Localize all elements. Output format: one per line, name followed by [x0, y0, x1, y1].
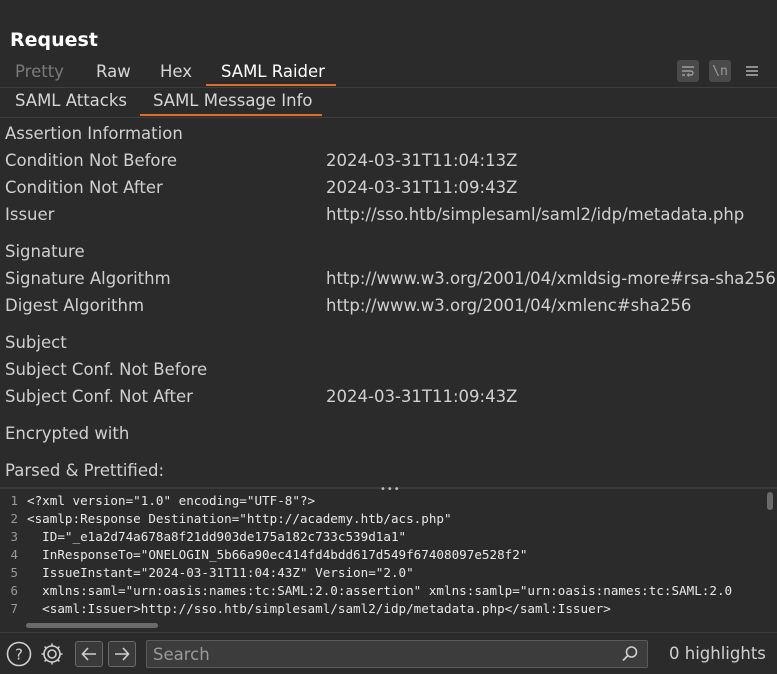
parsed-prettified-label: Parsed & Prettified: — [5, 461, 165, 480]
divider — [0, 117, 777, 118]
previous-arrow-icon[interactable] — [75, 641, 103, 667]
search-input[interactable] — [153, 644, 613, 664]
code-line: <samlp:Response Destination="http://acad… — [27, 511, 452, 526]
condition-not-before-value: 2024-03-31T11:04:13Z — [326, 151, 518, 170]
xml-editor[interactable]: 1 2 3 4 5 6 7 <?xml version="1.0" encodi… — [0, 490, 777, 632]
code-line: xmlns:saml="urn:oasis:names:tc:SAML:2.0:… — [27, 583, 733, 598]
code-line: <saml:Issuer>http://sso.htb/simplesaml/s… — [27, 601, 611, 616]
line-number: 5 — [10, 565, 18, 580]
highlights-count: 0 highlights — [669, 644, 766, 663]
subject-not-before-label: Subject Conf. Not Before — [5, 360, 208, 379]
help-icon[interactable]: ? — [5, 641, 33, 667]
vertical-scrollbar[interactable] — [767, 492, 773, 510]
tab-saml-message-info[interactable]: SAML Message Info — [153, 91, 313, 110]
newline-icon[interactable]: \n — [709, 60, 731, 82]
subject-not-after-value: 2024-03-31T11:09:43Z — [326, 387, 518, 406]
line-number: 4 — [10, 547, 18, 562]
signature-algorithm-label: Signature Algorithm — [5, 269, 171, 288]
code-line: <?xml version="1.0" encoding="UTF-8"?> — [27, 493, 316, 508]
condition-not-after-label: Condition Not After — [5, 178, 163, 197]
panel-title: Request — [10, 29, 98, 51]
code-line: IssueInstant="2024-03-31T11:04:43Z" Vers… — [27, 565, 414, 580]
condition-not-before-label: Condition Not Before — [5, 151, 178, 170]
search-field[interactable] — [146, 640, 648, 668]
line-number: 1 — [10, 493, 18, 508]
active-subtab-indicator — [140, 114, 322, 116]
svg-text:?: ? — [15, 646, 23, 664]
signature-heading: Signature — [5, 242, 85, 261]
view-tabs: Pretty Raw Hex SAML Raider — [0, 60, 777, 88]
menu-icon[interactable] — [741, 60, 763, 82]
search-bar: ? 0 highlights — [0, 632, 777, 674]
condition-not-after-value: 2024-03-31T11:09:43Z — [326, 178, 518, 197]
tab-pretty[interactable]: Pretty — [15, 62, 64, 88]
tab-saml-attacks[interactable]: SAML Attacks — [15, 91, 127, 110]
signature-algorithm-value: http://www.w3.org/2001/04/xmldsig-more#r… — [326, 269, 776, 288]
line-number-gutter: 1 2 3 4 5 6 7 — [0, 490, 22, 632]
assertion-heading: Assertion Information — [5, 124, 183, 143]
active-tab-indicator — [206, 84, 336, 86]
tab-hex[interactable]: Hex — [160, 62, 192, 88]
settings-gear-icon[interactable] — [38, 641, 66, 667]
line-number: 3 — [10, 529, 18, 544]
digest-algorithm-label: Digest Algorithm — [5, 296, 145, 315]
wrap-icon[interactable] — [677, 60, 699, 82]
divider — [0, 87, 777, 88]
subject-not-after-label: Subject Conf. Not After — [5, 387, 193, 406]
line-number: 2 — [10, 511, 18, 526]
issuer-value: http://sso.htb/simplesaml/saml2/idp/meta… — [326, 205, 745, 224]
issuer-label: Issuer — [5, 205, 55, 224]
subject-heading: Subject — [5, 333, 67, 352]
saml-sub-tabs: SAML Attacks SAML Message Info — [0, 89, 777, 115]
code-line: ID="_e1a2d74a678a8f21dd903de175a182c733c… — [27, 529, 407, 544]
toolbar-icons: \n — [677, 60, 763, 82]
encrypted-with-label: Encrypted with — [5, 424, 130, 443]
search-icon[interactable] — [621, 645, 639, 667]
horizontal-scrollbar[interactable] — [26, 623, 158, 628]
digest-algorithm-value: http://www.w3.org/2001/04/xmlenc#sha256 — [326, 296, 692, 315]
line-number: 6 — [10, 583, 18, 598]
next-arrow-icon[interactable] — [108, 641, 136, 667]
code-line: InResponseTo="ONELOGIN_5b66a90ec414fd4bd… — [27, 547, 528, 562]
line-number: 7 — [10, 601, 18, 616]
tab-raw[interactable]: Raw — [96, 62, 131, 88]
